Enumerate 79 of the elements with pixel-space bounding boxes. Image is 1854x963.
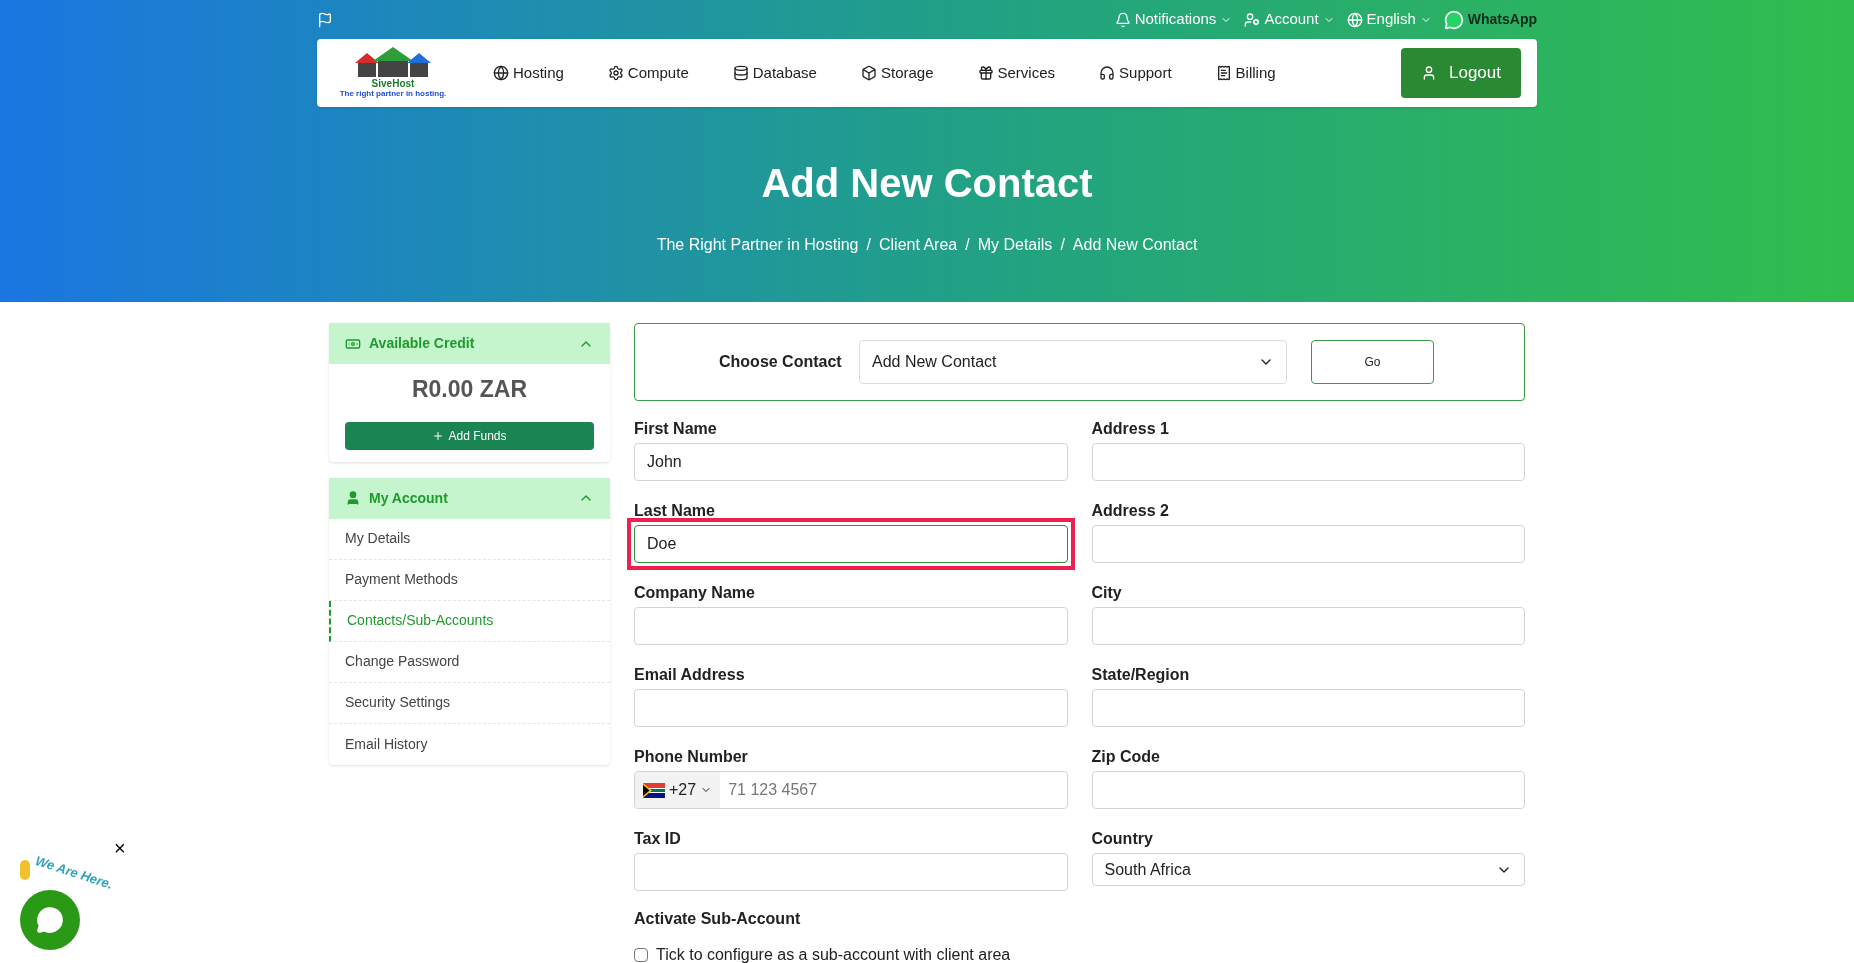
text-field[interactable] (1091, 525, 1525, 563)
chat-launcher[interactable] (20, 890, 80, 950)
database-icon (732, 65, 749, 81)
globe-icon (1346, 11, 1363, 28)
contact-select[interactable]: Add New Contact (859, 340, 1287, 384)
field-label: Phone Number (634, 747, 749, 767)
credit-amount: R0.00 ZAR (411, 375, 527, 404)
field-label: Last Name (634, 501, 716, 521)
breadcrumb-separator: / (866, 235, 871, 255)
user-icon (1421, 65, 1437, 81)
text-field[interactable] (1091, 443, 1525, 481)
nav-link[interactable]: Support (1099, 61, 1172, 85)
plus-icon (432, 429, 445, 442)
sidebar-item[interactable]: Contacts/Sub-Accounts (329, 600, 610, 642)
text-field[interactable] (1091, 771, 1525, 809)
gift-icon (977, 65, 994, 81)
field-label: Address 2 (1091, 501, 1170, 521)
bell-icon (1114, 11, 1131, 28)
nav-link[interactable]: Storage (860, 61, 934, 85)
nav-link[interactable]: Billing (1215, 61, 1276, 85)
field-label: Zip Code (1091, 747, 1161, 767)
checkbox[interactable] (634, 948, 648, 962)
field-label: Country (1091, 829, 1154, 849)
checkbox-label[interactable]: Tick to configure as a sub-account with client area (656, 945, 1011, 963)
headset-icon (1099, 65, 1116, 81)
chat-caption: We Are Here. (33, 853, 115, 892)
whatsapp-link[interactable]: WhatsApp (1443, 9, 1537, 30)
user-icon (345, 490, 361, 506)
chat-icon (36, 906, 64, 934)
page-title: Add New Contact (760, 160, 1094, 207)
nav-link[interactable]: Hosting (493, 61, 564, 85)
text-field[interactable]: Doe (634, 525, 1068, 563)
country-select[interactable]: South Africa (1091, 853, 1525, 886)
phone-field[interactable]: +27 71 123 4567 (634, 771, 1068, 809)
text-field[interactable]: John (634, 443, 1068, 481)
sidebar-item[interactable]: Change Password (329, 641, 610, 683)
logo-name: SiveHost (371, 79, 415, 89)
text-field[interactable] (1091, 607, 1525, 645)
sidebar-item[interactable]: Security Settings (329, 682, 610, 724)
gear-icon (607, 65, 624, 81)
section-title: Activate Sub-Account (634, 909, 802, 929)
panel-title: My Account (369, 488, 448, 508)
user-icon (1244, 11, 1261, 28)
text-field[interactable] (1091, 689, 1525, 727)
nav-link[interactable]: Services (977, 61, 1056, 85)
text-field[interactable] (634, 689, 1068, 727)
field-label: First Name (634, 419, 718, 439)
sidebar-item[interactable]: My Details (329, 518, 610, 560)
field-label: State/Region (1091, 665, 1191, 685)
flag-icon (643, 782, 665, 798)
receipt-icon (1215, 65, 1232, 81)
logout-button[interactable]: Logout (1401, 48, 1521, 98)
breadcrumb-link[interactable]: The Right Partner in Hosting (656, 233, 859, 257)
logo-tagline: The right partner in hosting. (339, 89, 447, 99)
globe-icon (493, 65, 509, 81)
country-code-picker[interactable]: +27 (635, 772, 721, 808)
chat-bubble-icon (1443, 9, 1464, 30)
logo[interactable]: SiveHost The right partner in hosting. (333, 47, 453, 99)
field-label: Tax ID (634, 829, 682, 849)
breadcrumb-separator: / (965, 235, 970, 255)
sidebar-item[interactable]: Email History (329, 723, 610, 765)
nav-link[interactable]: Compute (607, 61, 689, 85)
houses-icon (353, 47, 433, 79)
field-label: Address 1 (1091, 419, 1170, 439)
box-icon (860, 65, 877, 81)
flag-icon[interactable] (317, 11, 333, 28)
text-field[interactable] (634, 607, 1068, 645)
field-label: Company Name (634, 583, 756, 603)
close-button[interactable]: × (114, 838, 126, 858)
chooser-label: Choose Contact (719, 352, 843, 372)
panel-title: Available Credit (369, 334, 475, 353)
sidebar-item[interactable]: Payment Methods (329, 559, 610, 601)
text-field[interactable] (634, 853, 1068, 891)
field-label: Email Address (634, 665, 746, 685)
go-button[interactable]: Go (1311, 340, 1434, 384)
breadcrumb-separator: / (1060, 235, 1065, 255)
add-funds-button[interactable]: Add Funds (345, 421, 594, 450)
field-label: City (1091, 583, 1123, 603)
nav-link[interactable]: Database (732, 61, 817, 85)
